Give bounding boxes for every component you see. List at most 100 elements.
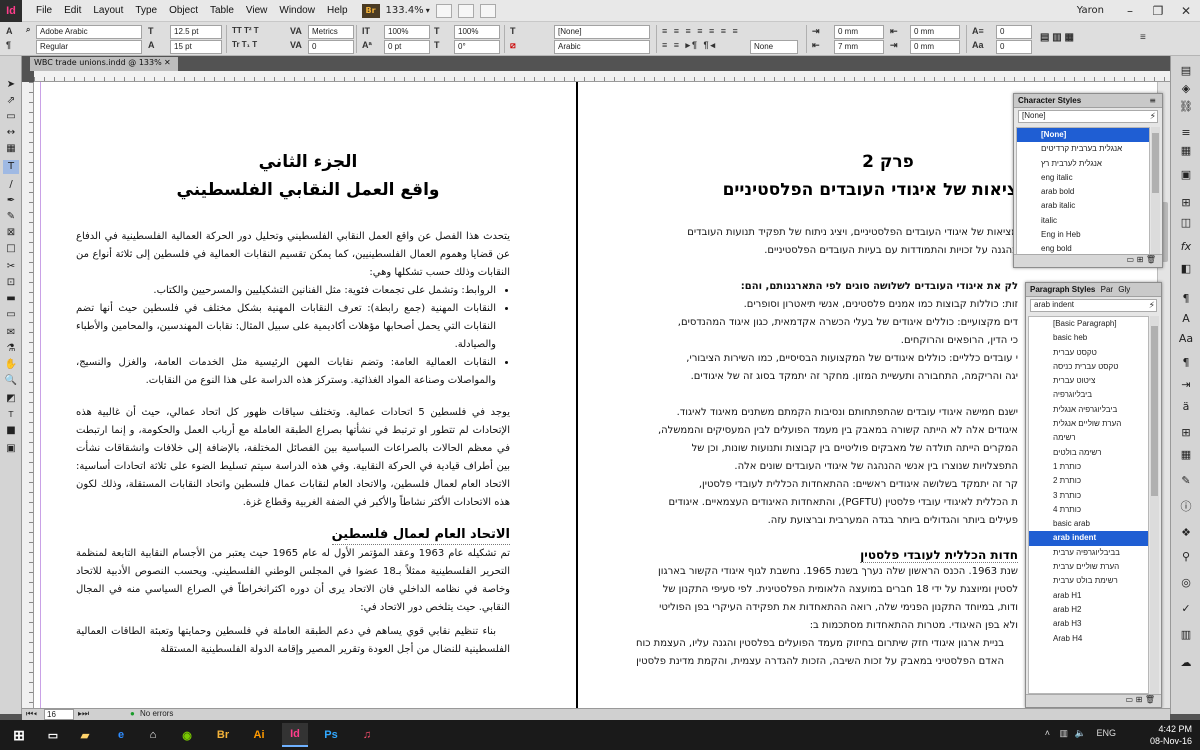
windows-start-icon[interactable]: ⊞: [6, 723, 32, 747]
text-line[interactable]: ת הכללית לאיגודי עובדי פלסטין (PGFTU), ו…: [608, 494, 1018, 512]
style-item[interactable]: בביבליוגרפיה ערבית: [1029, 546, 1148, 560]
list-item[interactable]: النقابات المهنية (جمع رابطة): تعرف النقا…: [76, 300, 496, 354]
space-after-field[interactable]: 7 mm: [834, 40, 884, 54]
text-line[interactable]: בהגנה על זכויות והתמודדות עם בעיות העובד…: [608, 242, 1018, 260]
new-style-icon[interactable]: ⊞: [1137, 255, 1144, 264]
content-collector-icon[interactable]: ▦: [3, 142, 19, 156]
story-icon[interactable]: ✎: [1177, 474, 1195, 490]
text-line[interactable]: שנת 1963. הכנס הראשון שלה נערך בשנת 1965…: [608, 563, 1018, 581]
font-size-field[interactable]: 12.5 pt: [170, 25, 222, 39]
font-style-field[interactable]: Regular: [36, 40, 142, 54]
skype-icon[interactable]: ◉: [174, 723, 200, 747]
leading-field[interactable]: 15 pt: [170, 40, 222, 54]
style-item[interactable]: arab H1: [1029, 589, 1148, 603]
style-item-selected[interactable]: arab indent: [1029, 531, 1148, 546]
character-styles-icon[interactable]: A: [1177, 312, 1195, 328]
cc-libraries-icon[interactable]: ☁: [1177, 656, 1195, 672]
library-icon[interactable]: ▥: [1177, 628, 1195, 644]
style-item[interactable]: הערת שוליים ערבית: [1029, 560, 1148, 574]
subheading[interactable]: الاتحاد العام لعمال فلسطين: [331, 526, 510, 545]
text-stroke-icon[interactable]: ⧄: [510, 40, 516, 51]
skew-field[interactable]: 0°: [454, 40, 500, 54]
trash-icon[interactable]: 🗑: [1145, 695, 1155, 704]
menu-view[interactable]: View: [240, 5, 274, 16]
minimize-icon[interactable]: –: [1116, 0, 1144, 22]
info-icon[interactable]: ⓘ: [1177, 498, 1195, 514]
chevron-down-icon[interactable]: ▾: [426, 6, 430, 15]
menu-file[interactable]: File: [30, 5, 58, 16]
pages-icon[interactable]: ▤: [1177, 64, 1195, 80]
direct-selection-tool-icon[interactable]: ⇗: [3, 94, 19, 108]
gradient-swatch-tool-icon[interactable]: ▬: [3, 292, 19, 306]
input-language[interactable]: ENG: [1096, 728, 1116, 738]
preflight-icon[interactable]: ✓: [1177, 602, 1195, 618]
scrollbar-thumb[interactable]: [1152, 133, 1159, 193]
gap-tool-icon[interactable]: ↔: [3, 126, 19, 140]
paragraph-styles-icon[interactable]: ¶: [1177, 292, 1195, 308]
close-icon[interactable]: ✕: [1172, 0, 1200, 22]
style-item[interactable]: arab H3: [1029, 617, 1148, 631]
new-style-icon[interactable]: ⊞: [1136, 695, 1143, 704]
pathfinder-icon[interactable]: ◫: [1177, 216, 1195, 232]
zoom-tool-icon[interactable]: 🔍: [3, 374, 19, 388]
panel-menu-icon[interactable]: ≡: [1149, 96, 1156, 105]
photoshop-app-icon[interactable]: Ps: [318, 723, 344, 747]
style-item[interactable]: רשימה: [1029, 431, 1148, 445]
style-item[interactable]: כותרת 4: [1029, 503, 1148, 517]
text-line[interactable]: י עובדים כלליים: כוללים איגודים של המקצו…: [608, 350, 1018, 368]
baseline-shift-field[interactable]: 0 pt: [384, 40, 430, 54]
tab-glyphs[interactable]: Gly: [1118, 285, 1130, 294]
text-line[interactable]: לק את איגודי העובדים לשלושה סוגים לפי הת…: [608, 278, 1018, 296]
menu-edit[interactable]: Edit: [58, 5, 87, 16]
page-tool-icon[interactable]: ▭: [3, 110, 19, 124]
selection-tool-icon[interactable]: ➤: [3, 78, 19, 92]
note-tool-icon[interactable]: ✉: [3, 326, 19, 340]
chapter-heading[interactable]: ציאות של איגודי העובדים הפלסטיניים: [578, 180, 1018, 200]
separations-icon[interactable]: ◎: [1177, 576, 1195, 592]
subheading[interactable]: חדות הכללית לעובדי פלסטין: [860, 548, 1018, 563]
menu-window[interactable]: Window: [273, 5, 321, 16]
kerning-field[interactable]: Metrics: [308, 25, 354, 39]
indesign-app-icon[interactable]: Id: [282, 723, 308, 747]
right-indent-field[interactable]: 0 mm: [910, 25, 960, 39]
text-line[interactable]: ישנם חמישה איגודי עובדים שהתפתחותם ונסיב…: [608, 404, 1018, 422]
intro-paragraph[interactable]: يتحدث هذا الفصل عن واقع العمل النقابي ال…: [76, 228, 510, 282]
font-family-field[interactable]: Adobe Arabic: [36, 25, 142, 39]
style-item[interactable]: טקסט עברית כניסה: [1029, 360, 1148, 374]
align-towards-spine-icon[interactable]: ≡ ≡ ▸¶ ¶◂: [662, 40, 717, 51]
glyphs-icon[interactable]: ä: [1177, 400, 1195, 416]
panel-scrollbar[interactable]: [1150, 316, 1159, 694]
character-icon[interactable]: Aa: [1177, 332, 1195, 348]
maximize-icon[interactable]: ❐: [1144, 0, 1172, 22]
menu-help[interactable]: Help: [321, 5, 354, 16]
text-frame-right[interactable]: מציאות של איגודי העובדים הפלסטיניים, ויצ…: [608, 224, 1018, 671]
tab-paragraph-styles[interactable]: Paragraph Styles: [1030, 285, 1095, 294]
language-field[interactable]: Arabic: [554, 40, 650, 54]
character-mode-icon[interactable]: A: [6, 26, 13, 36]
style-item[interactable]: eng italic: [1017, 171, 1149, 185]
text-wrap-icon[interactable]: ▣: [1177, 168, 1195, 184]
vertical-scale-field[interactable]: 100%: [384, 25, 430, 39]
links-icon[interactable]: ⛓: [1177, 100, 1195, 116]
style-item[interactable]: [Basic Paragraph]: [1029, 317, 1148, 331]
pen-tool-icon[interactable]: ✒: [3, 194, 19, 208]
list-item[interactable]: الروابط: وتشمل على تجمعات فئوية: مثل الف…: [76, 282, 496, 300]
style-item[interactable]: Arab H4: [1029, 632, 1148, 646]
preflight-status[interactable]: No errors: [140, 709, 173, 718]
scrollbar-thumb[interactable]: [1151, 326, 1158, 496]
text-line[interactable]: זות: כוללות קבוצות כמו אמנים פלסטינים, א…: [608, 296, 1018, 314]
text-line[interactable]: מציאות של איגודי העובדים הפלסטיניים, ויצ…: [608, 224, 1018, 242]
hand-tool-icon[interactable]: ✋: [3, 358, 19, 372]
volume-icon[interactable]: 🔈: [1075, 728, 1086, 739]
table-icon[interactable]: ⊞: [1177, 426, 1195, 442]
bridge-app-icon[interactable]: Br: [210, 723, 236, 747]
scissors-tool-icon[interactable]: ✂: [3, 260, 19, 274]
tracking-field[interactable]: 0: [308, 40, 354, 54]
text-line[interactable]: ולא בפן האיגודי. מטרות ההתאחדות מסתכמות …: [608, 617, 1018, 635]
text-line[interactable]: דים מקצועיים: כוללים איגודים של בעלי הכש…: [608, 314, 1018, 332]
fill-stroke-icon[interactable]: ◩: [3, 392, 19, 406]
text-line[interactable]: כי הדין, הרופאים והרוקחים.: [608, 332, 1018, 350]
layers-icon[interactable]: ◈: [1177, 82, 1195, 98]
view-options-button[interactable]: [435, 3, 452, 18]
paragraph[interactable]: بناء تنظيم نقابي قوي يساهم في دعم الطبقة…: [76, 623, 510, 659]
